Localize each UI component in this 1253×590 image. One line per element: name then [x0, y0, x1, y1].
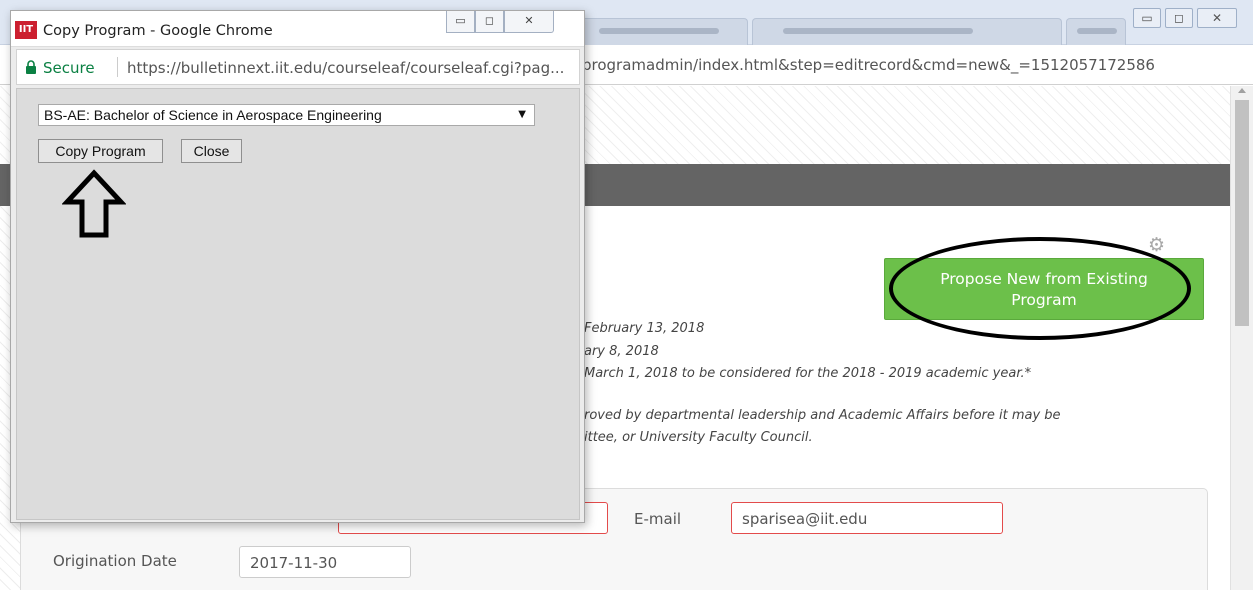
close-icon[interactable]: ✕ [1197, 8, 1237, 28]
popup-titlebar[interactable]: IIT Copy Program - Google Chrome ▭ ◻ ✕ [11, 11, 584, 47]
program-select[interactable]: BS-AE: Bachelor of Science in Aerospace … [38, 104, 535, 126]
gear-icon[interactable]: ⚙ [1148, 236, 1165, 255]
minimize-icon[interactable]: ▭ [446, 11, 475, 33]
background-url-text[interactable]: programadmin/index.html&step=editrecord&… [582, 56, 1155, 74]
maximize-icon[interactable]: ◻ [1165, 8, 1193, 28]
info-text-line: roved by departmental leadership and Aca… [584, 408, 1061, 423]
origination-date-field[interactable]: 2017-11-30 [239, 546, 411, 578]
popup-title: Copy Program - Google Chrome [43, 23, 273, 39]
copy-program-popup-window: IIT Copy Program - Google Chrome ▭ ◻ ✕ S… [10, 10, 585, 523]
scroll-up-arrow-icon[interactable] [1238, 88, 1246, 93]
program-select-value: BS-AE: Bachelor of Science in Aerospace … [44, 107, 382, 123]
info-text-line: ary 8, 2018 [584, 344, 659, 359]
maximize-icon[interactable]: ◻ [475, 11, 504, 33]
info-text-line: March 1, 2018 to be considered for the 2… [584, 366, 1032, 381]
propose-new-from-existing-button[interactable]: Propose New from Existing Program [884, 258, 1204, 320]
background-window-controls: ▭ ◻ ✕ [1129, 8, 1237, 28]
background-tab[interactable] [578, 18, 748, 45]
email-label: E-mail [634, 510, 682, 528]
origination-date-label: Origination Date [53, 552, 177, 570]
popup-content: BS-AE: Bachelor of Science in Aerospace … [16, 88, 580, 520]
background-tab[interactable] [1066, 18, 1126, 45]
vertical-scrollbar[interactable] [1230, 86, 1253, 590]
lock-icon [26, 60, 36, 74]
copy-program-button[interactable]: Copy Program [38, 139, 163, 163]
background-tab[interactable] [752, 18, 1062, 45]
info-text-line: ittee, or University Faculty Council. [584, 430, 813, 445]
popup-address-bar[interactable]: Secure https://bulletinnext.iit.edu/cour… [16, 49, 580, 85]
info-text-line: February 13, 2018 [584, 321, 705, 336]
email-field[interactable]: sparisea@iit.edu [731, 502, 1003, 534]
minimize-icon[interactable]: ▭ [1133, 8, 1161, 28]
popup-window-controls: ▭ ◻ ✕ [446, 11, 554, 33]
iit-logo: IIT [15, 21, 37, 39]
popup-url-text[interactable]: https://bulletinnext.iit.edu/courseleaf/… [127, 59, 564, 77]
close-icon[interactable]: ✕ [504, 11, 554, 33]
scrollbar-thumb[interactable] [1235, 100, 1249, 326]
close-button[interactable]: Close [181, 139, 242, 163]
secure-label: Secure [43, 59, 95, 77]
up-arrow-annotation [62, 169, 126, 238]
url-separator [117, 57, 118, 77]
dropdown-arrow-icon[interactable]: ▼ [518, 105, 526, 125]
